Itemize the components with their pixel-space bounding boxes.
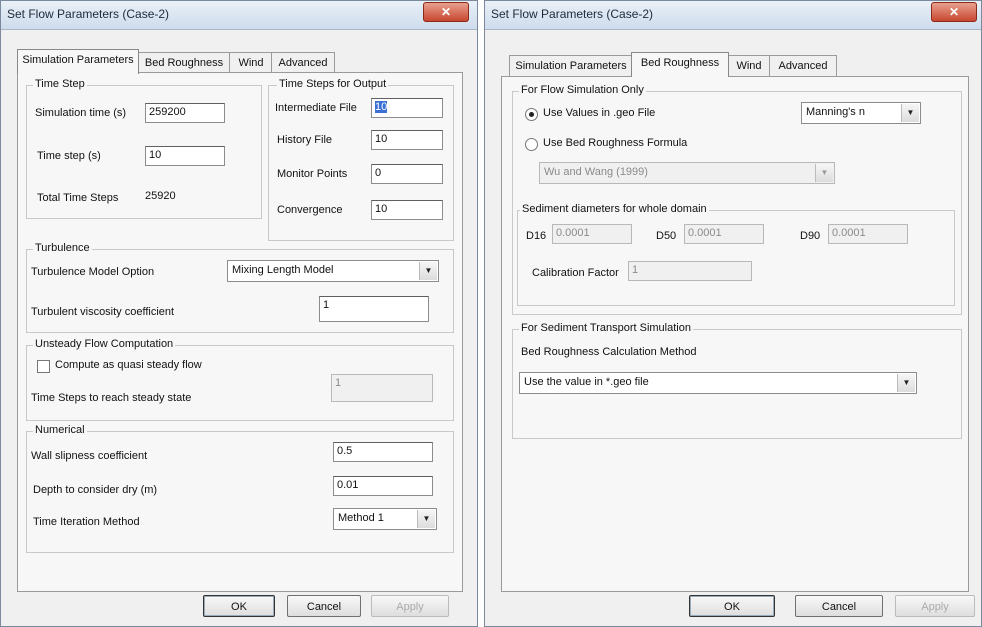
- convergence-label: Convergence: [277, 204, 343, 216]
- chevron-down-icon[interactable]: ▼: [897, 374, 915, 392]
- chevron-down-icon[interactable]: ▼: [417, 510, 435, 528]
- d50-input[interactable]: 0.0001: [684, 224, 764, 244]
- turbulent-viscosity-input[interactable]: 1: [319, 296, 429, 322]
- intermediate-file-label: Intermediate File: [275, 102, 357, 114]
- time-step-group: Time Step Simulation time (s) 259200 Tim…: [26, 78, 262, 219]
- d50-label: D50: [656, 230, 677, 242]
- quasi-steady-label: Compute as quasi steady flow: [55, 359, 202, 371]
- calibration-factor-label: Calibration Factor: [532, 267, 619, 279]
- group-title: Turbulence: [33, 242, 92, 254]
- time-iteration-label: Time Iteration Method: [33, 516, 140, 528]
- manning-select[interactable]: Manning's n ▼: [801, 102, 921, 124]
- turbulent-viscosity-label: Turbulent viscosity coefficient: [31, 306, 175, 318]
- use-formula-label: Use Bed Roughness Formula: [543, 137, 688, 149]
- sediment-transport-group: For Sediment Transport Simulation Bed Ro…: [512, 322, 962, 439]
- tab-bed-roughness[interactable]: Bed Roughness: [137, 52, 231, 73]
- calculation-method-value: Use the value in *.geo file: [524, 376, 649, 388]
- dialog-bed-roughness: Set Flow Parameters (Case-2) ✕ Simulatio…: [484, 0, 982, 627]
- time-iteration-value: Method 1: [338, 512, 384, 524]
- time-iteration-select[interactable]: Method 1 ▼: [333, 508, 437, 530]
- group-title: Numerical: [33, 424, 87, 436]
- cancel-button[interactable]: Cancel: [795, 595, 883, 617]
- turbulence-model-label: Turbulence Model Option: [31, 266, 155, 278]
- apply-button[interactable]: Apply: [895, 595, 975, 617]
- title-bar: Set Flow Parameters (Case-2) ✕: [485, 1, 981, 30]
- tab-simulation-parameters[interactable]: Simulation Parameters: [17, 49, 139, 74]
- tab-wind[interactable]: Wind: [229, 52, 273, 73]
- monitor-points-label: Monitor Points: [277, 168, 348, 180]
- d16-label: D16: [526, 230, 547, 242]
- tab-advanced[interactable]: Advanced: [769, 55, 837, 76]
- chevron-down-icon[interactable]: ▼: [419, 262, 437, 280]
- group-title: Time Step: [33, 78, 87, 90]
- chevron-down-icon[interactable]: ▼: [901, 104, 919, 122]
- convergence-input[interactable]: 10: [371, 200, 443, 220]
- tab-bed-roughness[interactable]: Bed Roughness: [631, 52, 729, 77]
- intermediate-file-input[interactable]: 10: [371, 98, 443, 118]
- formula-select[interactable]: Wu and Wang (1999) ▼: [539, 162, 835, 184]
- output-group: Time Steps for Output Intermediate File …: [268, 78, 454, 241]
- window-title: Set Flow Parameters (Case-2): [491, 7, 654, 21]
- dry-depth-input[interactable]: 0.01: [333, 476, 433, 496]
- calculation-method-label: Bed Roughness Calculation Method: [521, 346, 697, 358]
- monitor-points-input[interactable]: 0: [371, 164, 443, 184]
- apply-button[interactable]: Apply: [371, 595, 449, 617]
- simulation-time-label: Simulation time (s): [35, 107, 127, 119]
- total-steps-label: Total Time Steps: [37, 192, 119, 204]
- formula-value: Wu and Wang (1999): [544, 166, 648, 178]
- total-steps-value: 25920: [145, 190, 176, 202]
- d16-input[interactable]: 0.0001: [552, 224, 632, 244]
- steady-steps-label: Time Steps to reach steady state: [31, 392, 192, 404]
- group-title: For Flow Simulation Only: [519, 84, 646, 96]
- tab-wind[interactable]: Wind: [727, 55, 771, 76]
- group-title: Unsteady Flow Computation: [33, 338, 176, 350]
- turbulence-model-value: Mixing Length Model: [232, 264, 334, 276]
- quasi-steady-checkbox[interactable]: [37, 360, 50, 373]
- dry-depth-label: Depth to consider dry (m): [33, 484, 158, 496]
- dialog-simulation-parameters: Set Flow Parameters (Case-2) ✕ Simulatio…: [0, 0, 478, 627]
- ok-button[interactable]: OK: [203, 595, 275, 617]
- time-step-input[interactable]: 10: [145, 146, 225, 166]
- group-title: Sediment diameters for whole domain: [520, 203, 709, 215]
- title-bar: Set Flow Parameters (Case-2) ✕: [1, 1, 477, 30]
- use-geo-radio[interactable]: [525, 108, 538, 121]
- sediment-diameters-group: Sediment diameters for whole domain D16 …: [517, 203, 955, 306]
- calibration-factor-input[interactable]: 1: [628, 261, 752, 281]
- group-title: Time Steps for Output: [277, 78, 389, 90]
- intermediate-file-value: 10: [375, 101, 388, 113]
- tab-panel: Time Step Simulation time (s) 259200 Tim…: [17, 72, 463, 592]
- calculation-method-select[interactable]: Use the value in *.geo file ▼: [519, 372, 917, 394]
- ok-button[interactable]: OK: [689, 595, 775, 617]
- use-formula-radio[interactable]: [525, 138, 538, 151]
- turbulence-group: Turbulence Turbulence Model Option Mixin…: [26, 242, 454, 333]
- cancel-button[interactable]: Cancel: [287, 595, 361, 617]
- use-geo-label: Use Values in .geo File: [543, 107, 656, 119]
- tab-simulation-parameters[interactable]: Simulation Parameters: [509, 55, 633, 76]
- time-step-label: Time step (s): [37, 150, 101, 162]
- chevron-down-icon[interactable]: ▼: [815, 164, 833, 182]
- d90-label: D90: [800, 230, 821, 242]
- manning-value: Manning's n: [806, 106, 865, 118]
- simulation-time-input[interactable]: 259200: [145, 103, 225, 123]
- wall-slipness-input[interactable]: 0.5: [333, 442, 433, 462]
- d90-input[interactable]: 0.0001: [828, 224, 908, 244]
- tab-panel: For Flow Simulation Only Use Values in .…: [501, 76, 969, 592]
- numerical-group: Numerical Wall slipness coefficient 0.5 …: [26, 424, 454, 553]
- close-icon[interactable]: ✕: [931, 2, 977, 22]
- close-icon[interactable]: ✕: [423, 2, 469, 22]
- steady-steps-input[interactable]: 1: [331, 374, 433, 402]
- group-title: For Sediment Transport Simulation: [519, 322, 693, 334]
- turbulence-model-select[interactable]: Mixing Length Model ▼: [227, 260, 439, 282]
- history-file-input[interactable]: 10: [371, 130, 443, 150]
- tab-advanced[interactable]: Advanced: [271, 52, 335, 73]
- flow-simulation-group: For Flow Simulation Only Use Values in .…: [512, 84, 962, 315]
- unsteady-flow-group: Unsteady Flow Computation Compute as qua…: [26, 338, 454, 421]
- window-title: Set Flow Parameters (Case-2): [7, 7, 170, 21]
- history-file-label: History File: [277, 134, 333, 146]
- wall-slipness-label: Wall slipness coefficient: [31, 450, 148, 462]
